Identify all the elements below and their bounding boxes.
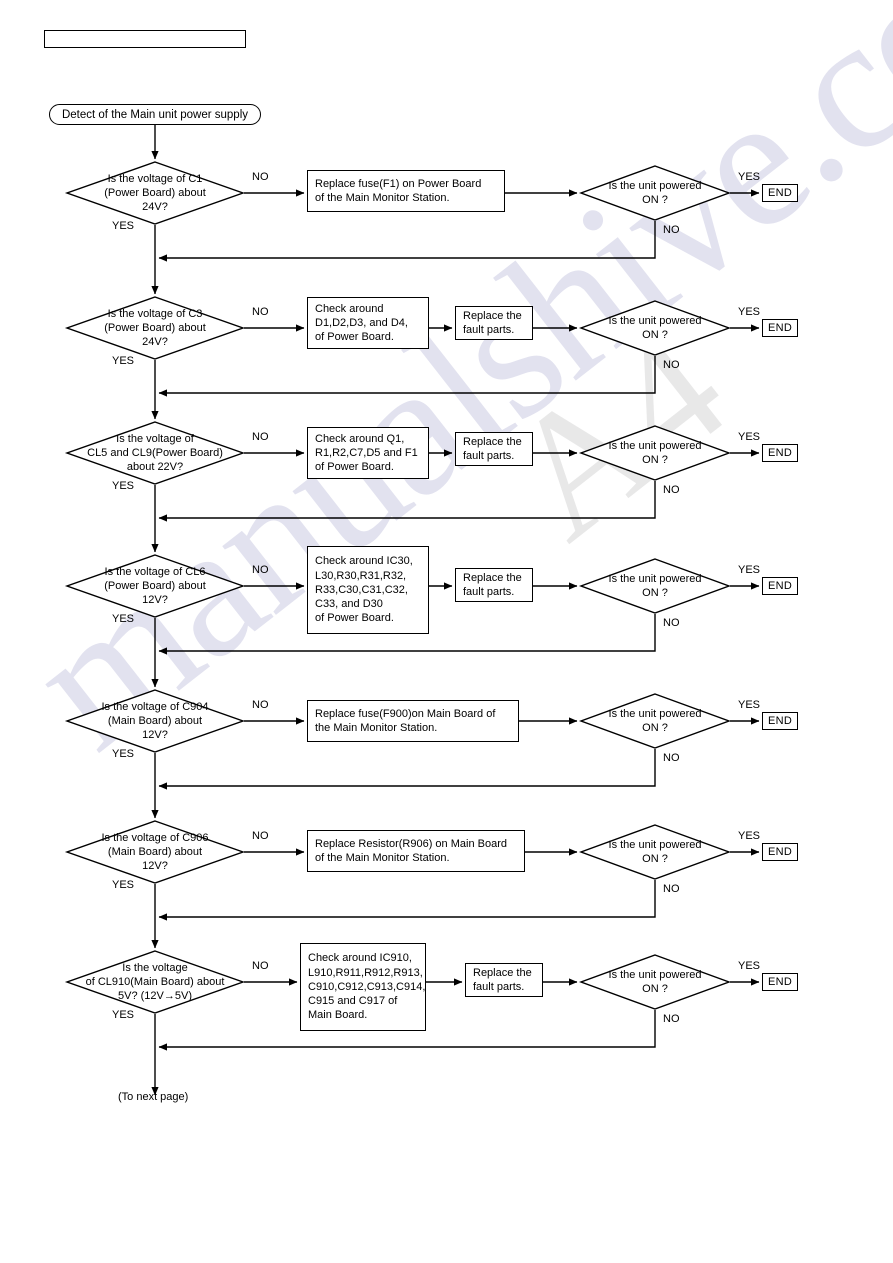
no-label-check-c3: NO	[663, 359, 680, 371]
replace-parts-box-c3[interactable]: Replace the fault parts.	[455, 306, 533, 340]
end-box-c904[interactable]: END	[762, 712, 798, 730]
decision-label-c904: Is the voltage of C904 (Main Board) abou…	[101, 700, 209, 742]
yes-label-check-cl910: YES	[738, 960, 761, 972]
action-box-cl6[interactable]: Check around IC30, L30,R30,R31,R32, R33,…	[307, 546, 429, 634]
decision-label-cl6: Is the voltage of CL6 (Power Board) abou…	[104, 565, 206, 607]
start-terminator-label: Detect of the Main unit power supply	[61, 108, 249, 121]
decision-label-c906: Is the voltage of C906 (Main Board) abou…	[101, 831, 209, 873]
action-text-cl5cl9: Check around Q1, R1,R2,C7,D5 and F1 of P…	[315, 432, 418, 474]
decision-label-cl5cl9: Is the voltage of CL5 and CL9(Power Boar…	[87, 432, 223, 474]
no-label-c906: NO	[252, 830, 269, 842]
replace-parts-text-cl6: Replace the fault parts.	[463, 571, 522, 598]
start-terminator: Detect of the Main unit power supply	[49, 104, 261, 125]
decision-label-cl910: Is the voltage of CL910(Main Board) abou…	[85, 961, 225, 1003]
action-text-c906: Replace Resistor(R906) on Main Board of …	[315, 837, 507, 864]
action-box-c906[interactable]: Replace Resistor(R906) on Main Board of …	[307, 830, 525, 872]
decision-cl5cl9[interactable]: Is the voltage of CL5 and CL9(Power Boar…	[64, 421, 246, 485]
powered-on-check-cl6[interactable]: Is the unit powered ON ?	[578, 558, 732, 614]
replace-parts-text-cl5cl9: Replace the fault parts.	[463, 435, 522, 462]
no-label-check-cl910: NO	[663, 1013, 680, 1025]
powered-on-label-c904: Is the unit powered ON ?	[608, 707, 702, 734]
powered-on-check-c1[interactable]: Is the unit powered ON ?	[578, 165, 732, 221]
decision-c904[interactable]: Is the voltage of C904 (Main Board) abou…	[64, 689, 246, 753]
action-text-c1: Replace fuse(F1) on Power Board of the M…	[315, 177, 482, 204]
powered-on-check-c904[interactable]: Is the unit powered ON ?	[578, 693, 732, 749]
no-label-cl6: NO	[252, 564, 269, 576]
action-text-c904: Replace fuse(F900)on Main Board of the M…	[315, 707, 496, 734]
flowchart-page: A4 manualshive.com Detect of the Main un…	[0, 0, 893, 1263]
decision-c1[interactable]: Is the voltage of C1 (Power Board) about…	[64, 161, 246, 225]
yes-label-check-c3: YES	[738, 306, 761, 318]
replace-parts-box-cl6[interactable]: Replace the fault parts.	[455, 568, 533, 602]
action-box-cl5cl9[interactable]: Check around Q1, R1,R2,C7,D5 and F1 of P…	[307, 427, 429, 479]
yes-label-c906: YES	[112, 879, 135, 891]
powered-on-check-cl910[interactable]: Is the unit powered ON ?	[578, 954, 732, 1010]
yes-label-c3: YES	[112, 355, 135, 367]
yes-label-cl910: YES	[112, 1009, 135, 1021]
no-label-check-cl5cl9: NO	[663, 484, 680, 496]
yes-label-check-cl5cl9: YES	[738, 431, 761, 443]
no-label-check-c904: NO	[663, 752, 680, 764]
end-box-cl5cl9[interactable]: END	[762, 444, 798, 462]
no-label-check-cl6: NO	[663, 617, 680, 629]
yes-label-check-c1: YES	[738, 171, 761, 183]
yes-label-check-cl6: YES	[738, 564, 761, 576]
no-label-cl910: NO	[252, 960, 269, 972]
end-box-c1[interactable]: END	[762, 184, 798, 202]
yes-label-check-c904: YES	[738, 699, 761, 711]
powered-on-label-c906: Is the unit powered ON ?	[608, 838, 702, 865]
powered-on-label-c1: Is the unit powered ON ?	[608, 179, 702, 206]
action-box-c904[interactable]: Replace fuse(F900)on Main Board of the M…	[307, 700, 519, 742]
end-box-cl6[interactable]: END	[762, 577, 798, 595]
replace-parts-text-c3: Replace the fault parts.	[463, 309, 522, 336]
no-label-cl5cl9: NO	[252, 431, 269, 443]
powered-on-check-c3[interactable]: Is the unit powered ON ?	[578, 300, 732, 356]
replace-parts-box-cl5cl9[interactable]: Replace the fault parts.	[455, 432, 533, 466]
powered-on-label-cl910: Is the unit powered ON ?	[608, 968, 702, 995]
yes-label-check-c906: YES	[738, 830, 761, 842]
no-label-c904: NO	[252, 699, 269, 711]
replace-parts-box-cl910[interactable]: Replace the fault parts.	[465, 963, 543, 997]
end-box-c906[interactable]: END	[762, 843, 798, 861]
action-box-cl910[interactable]: Check around IC910, L910,R911,R912,R913,…	[300, 943, 426, 1031]
action-text-cl6: Check around IC30, L30,R30,R31,R32, R33,…	[315, 555, 413, 625]
powered-on-check-cl5cl9[interactable]: Is the unit powered ON ?	[578, 425, 732, 481]
action-text-c3: Check around D1,D2,D3, and D4, of Power …	[315, 302, 408, 344]
no-label-c1: NO	[252, 171, 269, 183]
end-box-c3[interactable]: END	[762, 319, 798, 337]
action-box-c1[interactable]: Replace fuse(F1) on Power Board of the M…	[307, 170, 505, 212]
powered-on-label-cl5cl9: Is the unit powered ON ?	[608, 439, 702, 466]
end-box-cl910[interactable]: END	[762, 973, 798, 991]
powered-on-label-c3: Is the unit powered ON ?	[608, 314, 702, 341]
decision-c906[interactable]: Is the voltage of C906 (Main Board) abou…	[64, 820, 246, 884]
no-label-check-c1: NO	[663, 224, 680, 236]
powered-on-check-c906[interactable]: Is the unit powered ON ?	[578, 824, 732, 880]
yes-label-c904: YES	[112, 748, 135, 760]
yes-label-cl6: YES	[112, 613, 135, 625]
decision-c3[interactable]: Is the voltage of C3 (Power Board) about…	[64, 296, 246, 360]
replace-parts-text-cl910: Replace the fault parts.	[473, 966, 532, 993]
decision-label-c3: Is the voltage of C3 (Power Board) about…	[104, 307, 206, 349]
no-label-check-c906: NO	[663, 883, 680, 895]
action-text-cl910: Check around IC910, L910,R911,R912,R913,…	[308, 952, 426, 1022]
to-next-page-label: (To next page)	[118, 1091, 189, 1103]
no-label-c3: NO	[252, 306, 269, 318]
powered-on-label-cl6: Is the unit powered ON ?	[608, 572, 702, 599]
decision-cl910[interactable]: Is the voltage of CL910(Main Board) abou…	[64, 950, 246, 1014]
yes-label-cl5cl9: YES	[112, 480, 135, 492]
decision-cl6[interactable]: Is the voltage of CL6 (Power Board) abou…	[64, 554, 246, 618]
action-box-c3[interactable]: Check around D1,D2,D3, and D4, of Power …	[307, 297, 429, 349]
decision-label-c1: Is the voltage of C1 (Power Board) about…	[104, 172, 206, 214]
yes-label-c1: YES	[112, 220, 135, 232]
